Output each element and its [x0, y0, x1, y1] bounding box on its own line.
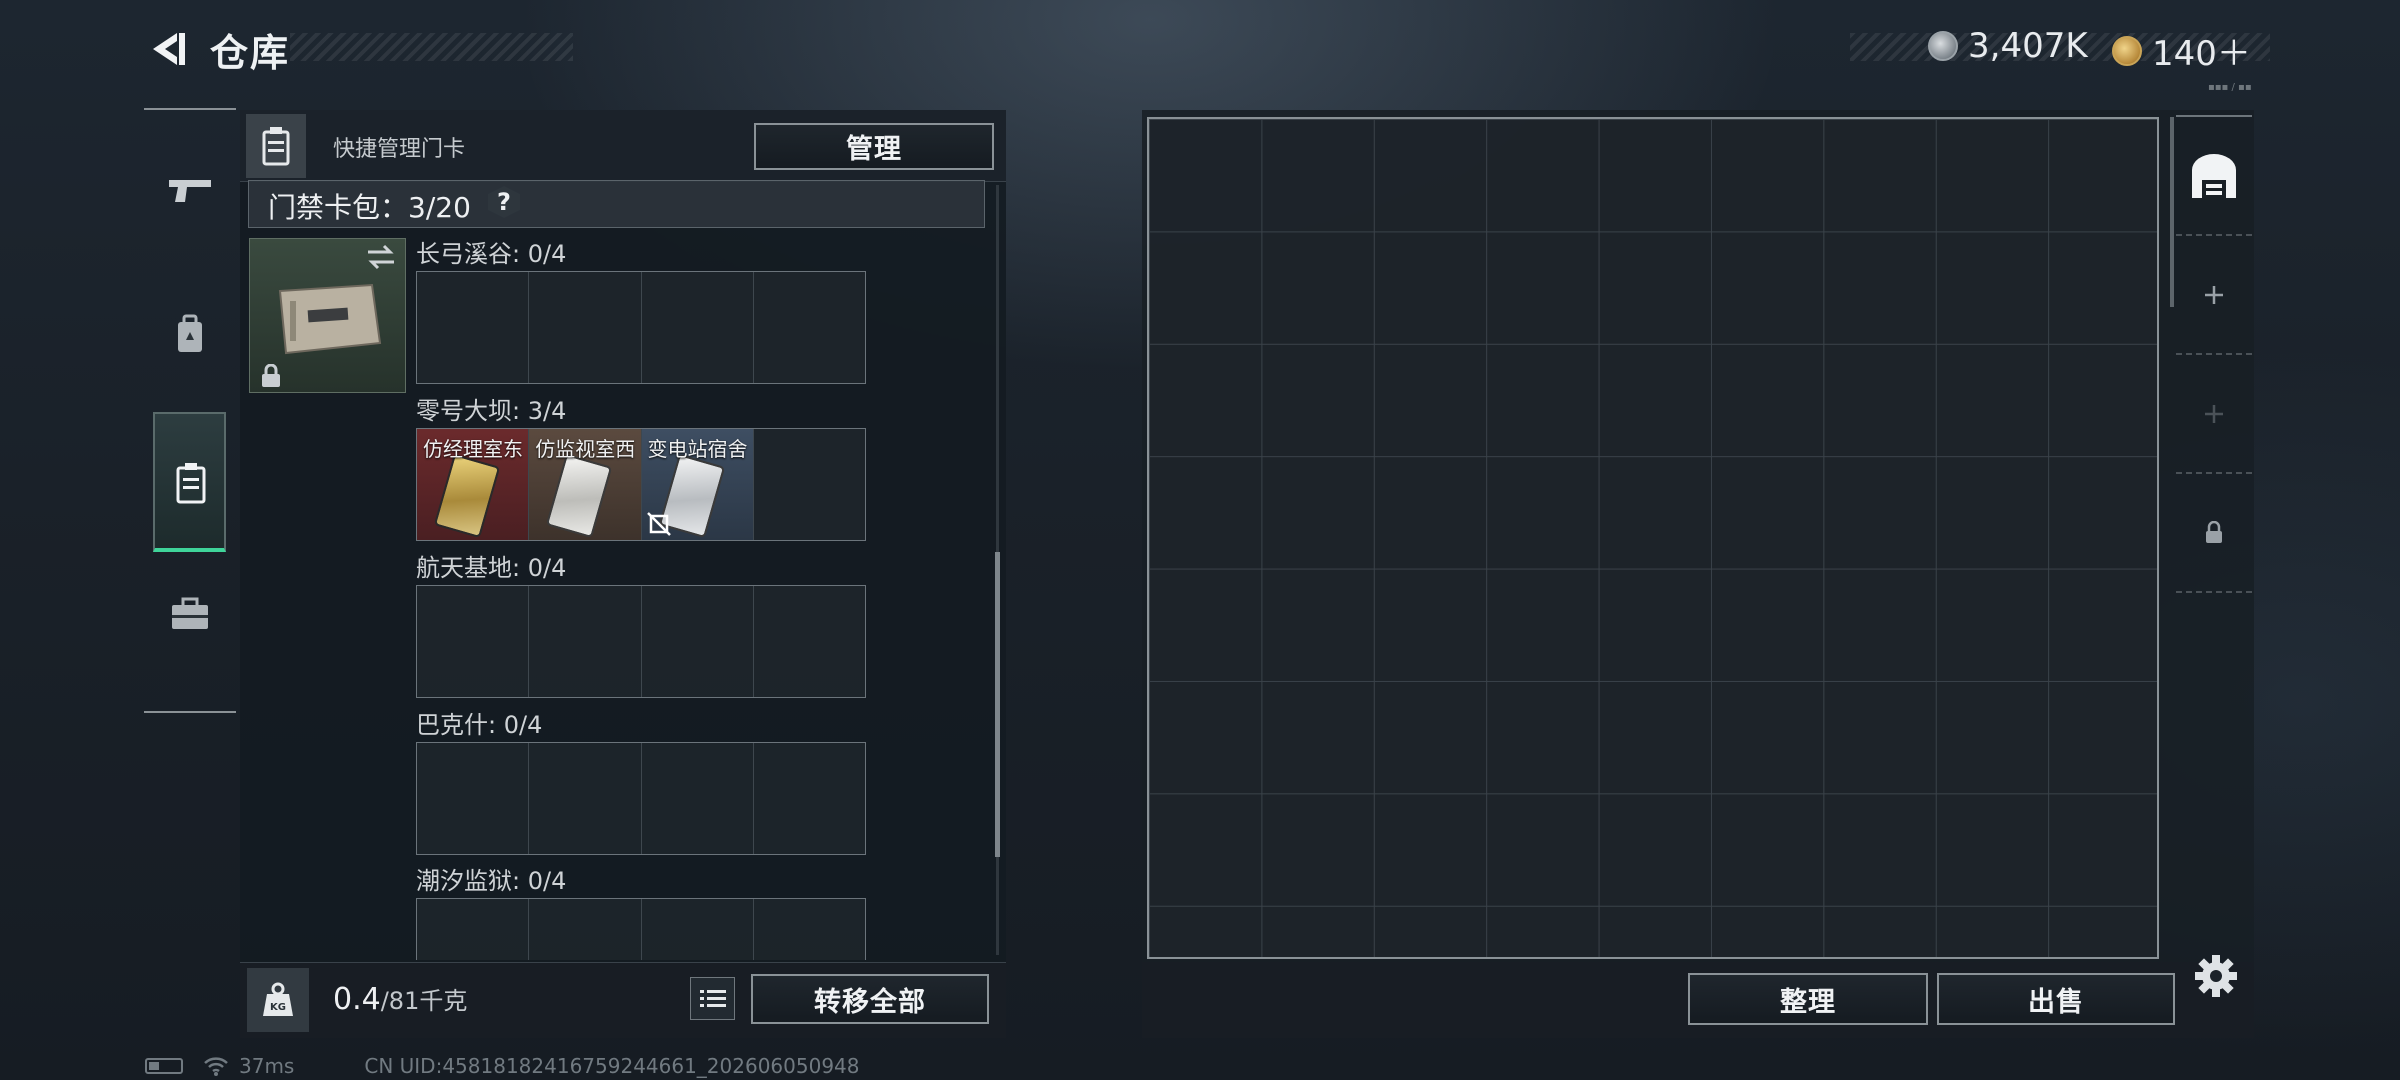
backpack-icon: [178, 314, 202, 352]
keycard-item[interactable]: 仿监视室西: [529, 429, 642, 540]
storage-tab-add[interactable]: [2176, 237, 2252, 355]
card-slot[interactable]: [754, 429, 865, 540]
card-slot[interactable]: [754, 586, 865, 697]
keycard-image: [545, 453, 613, 539]
keybag-capacity: 门禁卡包：3/20: [268, 191, 471, 224]
card-slot[interactable]: [642, 272, 754, 383]
card-slot[interactable]: [642, 743, 754, 854]
svg-text:KG: KG: [270, 1002, 286, 1013]
toolbox-icon: [172, 597, 208, 629]
sell-button[interactable]: 出售: [1937, 973, 2175, 1025]
gold-currency[interactable]: 140＋: [2112, 26, 2251, 75]
category-rail: [144, 108, 236, 713]
sort-button[interactable]: 整理: [1688, 973, 1928, 1025]
card-slot[interactable]: [417, 743, 530, 854]
card-slot[interactable]: [529, 743, 642, 854]
swap-icon[interactable]: [366, 244, 396, 270]
area-label-chaoxi: 潮汐监狱: 0/4: [416, 867, 567, 895]
quick-manage-label: 快捷管理门卡: [333, 137, 466, 162]
storage-tabs: [2176, 118, 2252, 598]
keycard-name: 仿经理室东: [423, 437, 523, 461]
rail-tab-weapons[interactable]: [144, 144, 236, 236]
rail-tab-toolbox[interactable]: [144, 568, 236, 660]
keycard-name: 变电站宿舍: [647, 437, 748, 461]
storage-tab-locked[interactable]: [2176, 475, 2252, 593]
gold-coin-icon: [2112, 35, 2142, 66]
keycard-case-image: [278, 283, 382, 355]
ping-text: 37ms: [239, 1054, 295, 1078]
card-slot[interactable]: [417, 272, 530, 383]
weight-capacity: /81千克: [380, 987, 468, 1015]
keycard-item[interactable]: 变电站宿舍: [641, 429, 754, 540]
no-share-icon: [646, 512, 671, 536]
gold-currency-value: 140＋: [2152, 34, 2251, 74]
area-label-linghao: 零号大坝: 3/4: [416, 397, 567, 425]
lock-icon: [2206, 521, 2222, 543]
keycard-name: 仿监视室西: [535, 437, 636, 461]
storage-tab-add-disabled: [2176, 356, 2252, 474]
grid-scrollbar[interactable]: [2170, 117, 2174, 307]
keycard-image: [433, 453, 501, 539]
keycard-bag-icon: [246, 114, 306, 178]
card-slot[interactable]: [754, 272, 865, 383]
area-label-changgong: 长弓溪谷: 0/4: [416, 240, 567, 268]
card-slot[interactable]: [417, 899, 530, 960]
card-slot[interactable]: [417, 586, 530, 697]
silver-currency: 3,407K: [1928, 26, 2088, 66]
pistol-icon: [169, 180, 211, 202]
area-slots-chaoxi: [416, 898, 866, 960]
keycard-bag-icon: [176, 463, 206, 504]
card-slot[interactable]: [529, 899, 642, 960]
card-slot[interactable]: [529, 586, 642, 697]
transfer-all-button[interactable]: 转移全部: [751, 974, 989, 1024]
card-slot[interactable]: [754, 899, 865, 960]
plus-icon: [2205, 286, 2223, 304]
tiny-decoration: ▪▪▪ / ▪▪: [2208, 82, 2252, 93]
area-slots-linghao: 仿经理室东 仿监视室西 变电站宿舍: [416, 428, 866, 541]
weight-value: 0.4: [333, 982, 381, 1017]
keycard-item[interactable]: 仿经理室东: [417, 429, 530, 540]
storage-tab-main[interactable]: [2176, 118, 2252, 236]
card-slot[interactable]: [642, 586, 754, 697]
warehouse-icon: [2192, 154, 2236, 198]
card-slot[interactable]: [529, 272, 642, 383]
area-label-bakeshi: 巴克什: 0/4: [416, 711, 543, 739]
weight-icon: KG: [247, 968, 309, 1032]
header-decoration: [290, 33, 573, 61]
lock-icon: [260, 363, 282, 388]
rail-tab-keybag[interactable]: [153, 412, 226, 552]
manage-button[interactable]: 管理: [754, 123, 994, 170]
card-slot[interactable]: [754, 743, 865, 854]
status-bar: 37ms CN UID:4581818241675924466​1_202606…: [145, 1054, 860, 1078]
page-title: 仓库: [210, 31, 291, 75]
plus-icon: [2205, 405, 2223, 423]
wifi-icon: [204, 1057, 228, 1076]
battery-icon: [145, 1058, 183, 1074]
area-slots-bakeshi: [416, 742, 866, 855]
silver-coin-icon: [1928, 31, 1958, 61]
list-icon: [699, 989, 726, 1007]
area-slots-changgong: [416, 271, 866, 384]
scrollbar-thumb[interactable]: [995, 552, 1000, 857]
area-slots-hangtian: [416, 585, 866, 698]
card-slot[interactable]: [642, 899, 754, 960]
tabs-divider: [2176, 115, 2252, 117]
uid-text: CN UID:4581818241675924466​1_20260605094…: [364, 1054, 860, 1078]
weight-readout: 0.4/81千克: [333, 981, 467, 1017]
storage-grid[interactable]: [1147, 117, 2159, 959]
list-view-button[interactable]: [690, 977, 735, 1020]
settings-gear-icon[interactable]: [2192, 952, 2240, 1000]
rail-tab-backpack[interactable]: [144, 288, 236, 380]
back-arrow-icon[interactable]: [143, 25, 191, 73]
area-label-hangtian: 航天基地: 0/4: [416, 554, 567, 582]
silver-currency-value: 3,407K: [1968, 26, 2088, 66]
